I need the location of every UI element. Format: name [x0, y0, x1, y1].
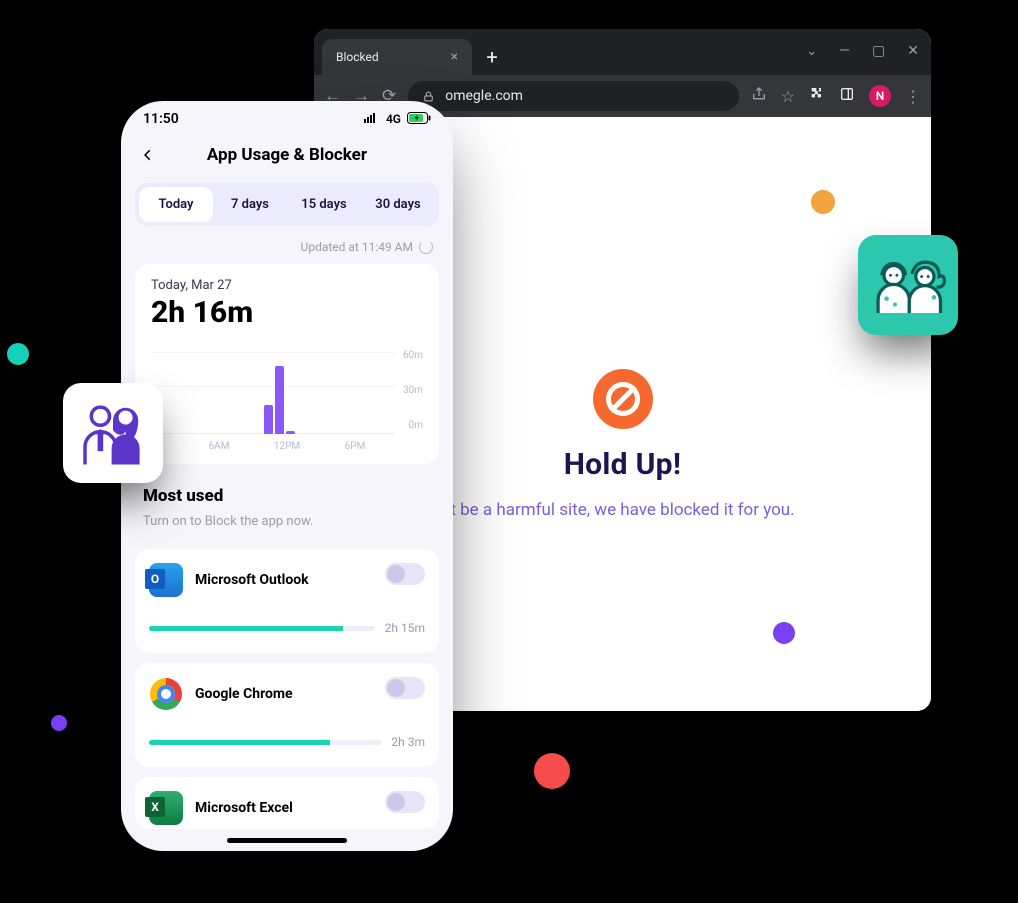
status-bar: 11:50 4G	[121, 101, 453, 129]
block-toggle[interactable]	[385, 563, 425, 585]
outlook-icon	[149, 563, 183, 597]
page-title: App Usage & Blocker	[141, 145, 433, 165]
chart-bar	[275, 366, 284, 434]
extensions-icon[interactable]	[809, 86, 825, 106]
window-maximize-icon[interactable]: ▢	[872, 43, 885, 59]
float-parents-icon	[63, 383, 163, 483]
close-icon[interactable]: ×	[451, 49, 458, 65]
panel-icon[interactable]	[839, 86, 855, 106]
x-tick-6am: 6AM	[209, 441, 230, 452]
excel-icon	[149, 791, 183, 825]
y-tick-0: 0m	[409, 420, 423, 431]
decor-dot	[51, 715, 67, 731]
usage-date: Today, Mar 27	[151, 278, 423, 293]
toolbar-right: ☆ N ⋮	[751, 85, 921, 107]
home-indicator	[227, 838, 347, 843]
decor-dot	[534, 753, 570, 789]
status-right: 4G	[364, 112, 431, 127]
decor-dot	[773, 622, 795, 644]
lock-icon	[422, 90, 435, 103]
decor-dot	[7, 343, 29, 365]
range-selector: Today 7 days 15 days 30 days	[135, 183, 439, 226]
chrome-icon	[149, 677, 183, 711]
y-tick-30: 30m	[403, 385, 423, 396]
refresh-icon[interactable]	[419, 240, 433, 254]
chevron-down-icon[interactable]: ⌄	[806, 44, 817, 59]
float-kids-icon	[858, 235, 958, 335]
usage-total: 2h 16m	[151, 295, 423, 330]
share-icon[interactable]	[751, 86, 767, 106]
usage-bar	[149, 626, 375, 631]
url-text: omegle.com	[445, 88, 523, 104]
updated-label: Updated at 11:49 AM	[301, 240, 413, 254]
app-card-outlook: Microsoft Outlook 2h 15m	[135, 549, 439, 653]
most-used-title: Most used	[121, 464, 453, 510]
tab-30days[interactable]: 30 days	[361, 187, 435, 222]
status-time: 11:50	[143, 111, 179, 127]
browser-tabstrip: Blocked × + ⌄ — ▢ ✕	[314, 29, 931, 75]
most-used-sub: Turn on to Block the app now.	[121, 510, 453, 541]
app-card-excel: Microsoft Excel	[135, 777, 439, 829]
app-name: Microsoft Outlook	[195, 572, 309, 588]
y-tick-60: 60m	[403, 350, 423, 361]
x-tick-6pm: 6PM	[345, 441, 366, 452]
decor-dot	[811, 190, 835, 214]
app-name: Microsoft Excel	[195, 800, 293, 816]
chart-bar	[264, 405, 273, 434]
blocked-title: Hold Up!	[564, 447, 682, 482]
usage-duration: 2h 3m	[391, 735, 425, 749]
block-toggle[interactable]	[385, 677, 425, 699]
battery-icon	[407, 112, 431, 127]
app-name: Google Chrome	[195, 686, 293, 702]
x-tick-12pm: 12PM	[274, 441, 300, 452]
profile-avatar[interactable]: N	[869, 85, 891, 107]
browser-tab-blocked[interactable]: Blocked ×	[322, 39, 472, 75]
usage-bar	[149, 740, 381, 745]
window-close-icon[interactable]: ✕	[907, 43, 919, 59]
tab-7days[interactable]: 7 days	[213, 187, 287, 222]
address-bar[interactable]: omegle.com	[408, 81, 738, 111]
phone-frame: 11:50 4G	[121, 101, 453, 851]
app-card-chrome: Google Chrome 2h 3m	[135, 663, 439, 767]
kebab-menu-icon[interactable]: ⋮	[905, 87, 921, 106]
tab-today[interactable]: Today	[139, 187, 213, 222]
network-label: 4G	[386, 112, 401, 126]
signal-icon	[364, 112, 380, 126]
block-toggle[interactable]	[385, 791, 425, 813]
updated-row: Updated at 11:49 AM	[121, 234, 453, 264]
usage-chart: 60m 30m 0m 6AM 12PM 6PM	[151, 352, 423, 452]
tab-title: Blocked	[336, 50, 379, 64]
blocked-subtitle: t be a harmful site, we have blocked it …	[450, 500, 794, 520]
chart-bar	[286, 431, 295, 434]
bookmark-icon[interactable]: ☆	[781, 87, 795, 106]
tab-15days[interactable]: 15 days	[287, 187, 361, 222]
window-minimize-icon[interactable]: —	[839, 43, 850, 59]
usage-duration: 2h 15m	[385, 621, 425, 635]
window-controls: ⌄ — ▢ ✕	[806, 43, 919, 59]
new-tab-button[interactable]: +	[478, 43, 506, 71]
block-icon	[593, 369, 653, 429]
usage-card: Today, Mar 27 2h 16m 60m 30m 0m 6AM 12PM…	[135, 264, 439, 464]
phone-header: App Usage & Blocker	[121, 129, 453, 177]
